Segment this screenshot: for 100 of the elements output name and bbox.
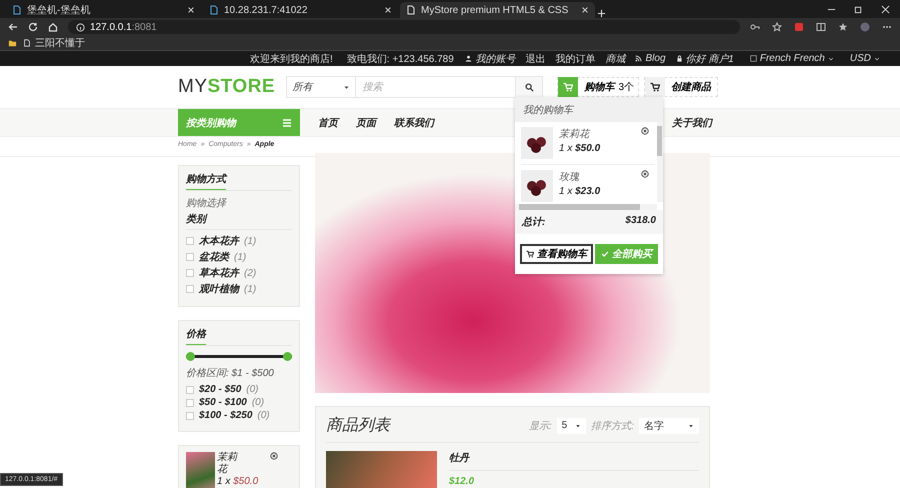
star-icon[interactable] [772, 22, 782, 32]
top-link[interactable]: Blog [635, 53, 666, 64]
split-icon[interactable] [816, 22, 826, 32]
section-title: 商品列表 [326, 416, 390, 436]
view-cart-button[interactable]: 查看购物车 [520, 244, 593, 264]
checkbox[interactable] [186, 412, 194, 420]
broken-image-icon [750, 55, 757, 62]
group-title: 类别 [186, 212, 292, 230]
checkbox[interactable] [186, 285, 194, 293]
back-icon[interactable] [8, 22, 18, 32]
scrollbar[interactable] [515, 204, 657, 210]
cart-icon [563, 82, 574, 92]
panel-subtitle: 购物选择 [186, 196, 228, 210]
grapes-drawing [521, 170, 553, 202]
browser-tab[interactable]: 堡垒机-堡垒机 [6, 2, 201, 18]
new-tab-icon[interactable] [597, 9, 606, 18]
search-field[interactable]: 搜索 [356, 76, 516, 98]
filter-label[interactable]: 观叶植物 [199, 282, 239, 296]
top-link[interactable]: 商城 [605, 52, 626, 66]
price-slider[interactable] [186, 352, 292, 362]
filter-label[interactable]: $20 - $50 [199, 384, 242, 395]
cart-icon [526, 250, 534, 258]
category-dropdown[interactable]: 所有 [286, 76, 356, 98]
item-price: 1 x $50.0 [217, 476, 258, 487]
total-amount: $318.0 [625, 215, 656, 228]
checkbox[interactable] [186, 237, 194, 245]
caret-icon [874, 56, 880, 62]
browser-tab[interactable]: 10.28.231.7:41022 [203, 2, 398, 18]
page-icon [23, 39, 31, 47]
currency-selector[interactable]: USD [850, 53, 880, 64]
search-icon [524, 82, 534, 92]
restore-icon[interactable] [854, 4, 863, 14]
top-link[interactable]: 你好 商户1 [676, 52, 734, 66]
close-icon[interactable] [881, 4, 890, 14]
price-range-text: 价格区间: $1 - $500 [186, 366, 275, 380]
caret-icon [688, 422, 694, 428]
nav-link[interactable]: 联系我们 [394, 116, 434, 130]
cart-button[interactable]: 购物车 3个 [557, 77, 639, 97]
remove-icon[interactable] [270, 452, 278, 460]
language-selector[interactable]: French French [750, 53, 834, 64]
nav-link[interactable]: 关于我们 [672, 116, 712, 130]
top-link[interactable]: 退出 [525, 52, 546, 66]
dropdown-title: 我的购物车 [515, 97, 663, 122]
welcome-text: 欢迎来到我的商店! [250, 52, 333, 66]
remove-icon[interactable] [641, 127, 649, 135]
caret-icon [828, 56, 834, 62]
filter-label[interactable]: $100 - $250 [199, 410, 252, 421]
product-name[interactable]: 牡丹 [449, 451, 699, 471]
product-price: $12.0 [449, 476, 476, 487]
check-icon [601, 250, 609, 258]
page-size-dropdown[interactable]: 5 [556, 418, 586, 434]
filter-count: (1) [244, 236, 256, 246]
reload-icon[interactable] [28, 22, 38, 32]
panel-title: 购物方式 [186, 174, 226, 190]
search-button[interactable] [516, 76, 544, 98]
item-price: 1 x $23.0 [559, 186, 600, 197]
page-icon [12, 5, 22, 15]
top-link[interactable]: 我的账号 [465, 52, 516, 66]
product-photo [186, 452, 215, 488]
close-icon[interactable] [384, 6, 392, 14]
checkbox[interactable] [186, 269, 194, 277]
close-icon[interactable] [581, 6, 589, 14]
bookmark[interactable]: 三阳不懂于 [23, 36, 85, 50]
avatar-icon[interactable] [860, 22, 870, 32]
filter-label[interactable]: 木本花卉 [199, 234, 239, 248]
home-icon[interactable] [48, 22, 58, 32]
browser-tab[interactable]: MyStore premium HTML5 & CSS [400, 2, 595, 18]
filter-label[interactable]: 盆花类 [199, 250, 229, 264]
cart-icon [650, 82, 660, 92]
checkbox[interactable] [186, 386, 194, 394]
checkbox[interactable] [186, 398, 194, 406]
filter-count: (0) [252, 397, 264, 408]
scrollbar[interactable] [657, 122, 663, 202]
address-field[interactable]: 127.0.0.1:8081 [68, 20, 740, 34]
rss-icon [635, 55, 642, 62]
page-icon [209, 5, 219, 15]
favorites-icon[interactable] [838, 22, 848, 32]
filter-label[interactable]: $50 - $100 [199, 397, 247, 408]
extension-icon[interactable] [794, 22, 804, 32]
grapes-drawing [521, 127, 553, 159]
folder-icon [8, 38, 17, 48]
key-icon[interactable] [750, 22, 760, 32]
store-logo[interactable]: MYSTORE [178, 76, 286, 98]
nav-link[interactable]: 页面 [356, 116, 376, 130]
top-link[interactable]: 我的订单 [555, 52, 596, 66]
sort-dropdown[interactable]: 名字 [639, 418, 699, 434]
remove-icon[interactable] [641, 170, 649, 178]
page-icon [406, 5, 416, 15]
close-icon[interactable] [187, 6, 195, 14]
filter-label[interactable]: 草本花卉 [199, 266, 239, 280]
lock-icon [676, 55, 682, 62]
total-label: 总计: [522, 216, 546, 229]
caret-icon [575, 422, 582, 428]
nav-link[interactable]: 首页 [318, 116, 338, 130]
phone-text: 致电我们: +123.456.789 [346, 52, 454, 66]
create-product-button[interactable]: 创建商品 [644, 77, 718, 97]
item-name: 玫瑰 [559, 171, 580, 184]
checkbox[interactable] [186, 253, 194, 261]
filter-count: (1) [244, 284, 256, 294]
filter-count: (0) [257, 410, 270, 421]
